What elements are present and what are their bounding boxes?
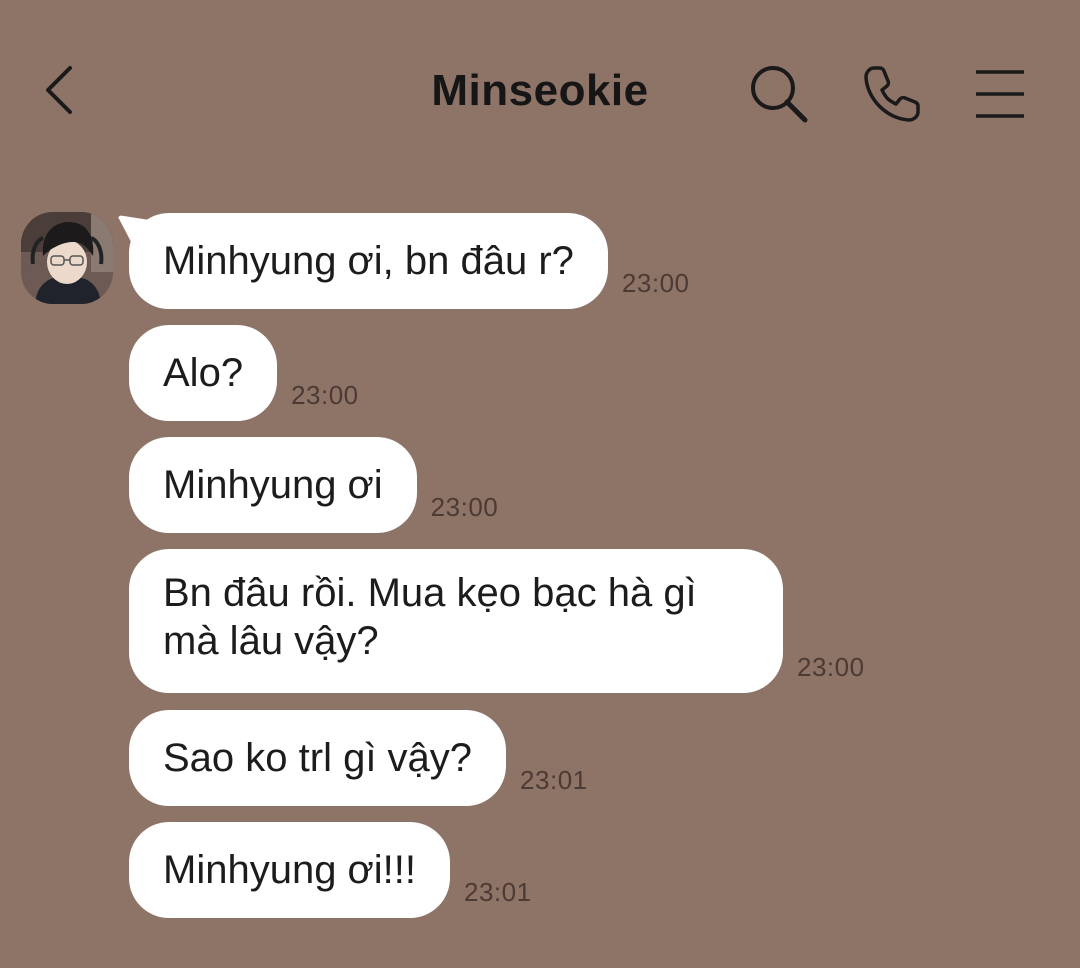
message-row: Minhyung ơi, bn đâu r? 23:00 [129,213,690,309]
chat-header: Minseokie [0,0,1080,180]
message-timestamp: 23:00 [291,380,359,410]
message-bubble[interactable]: Minhyung ơi [129,437,417,533]
message-timestamp: 23:01 [520,765,588,795]
message-bubble[interactable]: Sao ko trl gì vậy? [129,710,507,806]
contact-avatar[interactable] [21,212,113,304]
message-timestamp: 23:00 [797,652,865,682]
message-timestamp: 23:00 [621,268,690,298]
message-bubble[interactable]: Minhyung ơi!!! [129,822,451,918]
search-icon [751,66,808,123]
message-row: Minhyung ơi 23:00 [129,437,498,533]
message-row: Bn đâu rồi. Mua kẹo bạc hà gì mà lâu vậy… [129,549,865,693]
message-bubble[interactable]: Bn đâu rồi. Mua kẹo bạc hà gì mà lâu vậy… [129,549,783,693]
message-bubble[interactable]: Minhyung ơi, bn đâu r? [129,213,608,309]
menu-button[interactable] [964,58,1036,130]
message-row: Alo? 23:00 [129,325,359,421]
avatar-image [21,212,113,304]
message-row: Sao ko trl gì vậy? 23:01 [129,710,588,806]
message-bubble[interactable]: Alo? [129,325,278,421]
call-button[interactable] [856,58,928,130]
phone-icon [864,66,920,122]
message-timestamp: 23:01 [464,877,532,907]
message-timestamp: 23:00 [430,492,499,522]
message-row: Minhyung ơi!!! 23:01 [129,822,532,918]
menu-icon [976,70,1024,118]
search-button[interactable] [743,58,815,130]
